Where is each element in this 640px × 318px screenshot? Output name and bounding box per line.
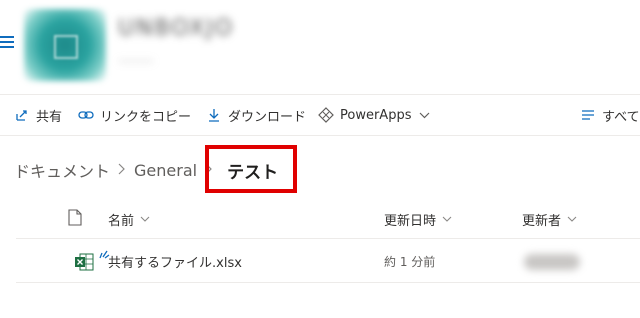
modified-value: 約 1 分前: [384, 254, 436, 269]
highlight-annotation: [205, 145, 297, 193]
powerapps-label: PowerApps: [340, 107, 412, 123]
list-view-icon: [580, 107, 596, 123]
row-divider: [16, 282, 640, 283]
breadcrumb-item-general[interactable]: General: [134, 161, 197, 180]
chevron-down-icon: [140, 214, 150, 225]
file-type-icon: [68, 208, 82, 230]
modified-by-value[interactable]: [524, 254, 580, 270]
chevron-down-icon: [442, 214, 452, 225]
list-header-divider: [16, 238, 640, 239]
site-header: UNBOXJO ········: [0, 0, 640, 94]
file-type-column-header[interactable]: [68, 200, 82, 238]
download-icon: [206, 107, 222, 123]
modified-by-column-header[interactable]: 更新者: [522, 200, 577, 238]
site-name[interactable]: UNBOXJO: [118, 16, 234, 41]
hamburger-icon[interactable]: [0, 36, 16, 48]
breadcrumb-item-documents[interactable]: ドキュメント: [14, 158, 110, 182]
command-bar: 共有 リンクをコピー ダウンロード PowerApps すべて: [0, 95, 640, 135]
site-logo-mark: [54, 35, 78, 59]
download-label: ダウンロード: [228, 109, 307, 125]
share-button[interactable]: 共有: [14, 95, 62, 135]
view-options-label: すべて: [602, 109, 640, 125]
site-subtitle: ········: [118, 54, 154, 70]
chevron-down-icon: [567, 214, 577, 225]
modified-by-column-label: 更新者: [522, 213, 562, 229]
modified-column-label: 更新日時: [384, 213, 437, 229]
powerapps-button[interactable]: PowerApps: [318, 95, 430, 135]
share-label: 共有: [36, 109, 63, 125]
excel-icon: [74, 252, 94, 272]
chevron-right-icon: [118, 161, 126, 179]
copy-link-label: リンクをコピー: [100, 109, 192, 125]
copy-link-button[interactable]: リンクをコピー: [78, 95, 191, 135]
view-options-button[interactable]: すべて: [580, 95, 640, 135]
link-icon: [78, 107, 94, 123]
table-row[interactable]: 共有するファイル.xlsx 約 1 分前: [16, 240, 640, 282]
list-header: 名前 更新日時 更新者: [0, 200, 640, 238]
share-icon: [14, 107, 30, 123]
download-button[interactable]: ダウンロード: [206, 95, 306, 135]
modified-column-header[interactable]: 更新日時: [384, 200, 452, 238]
chevron-down-icon: [419, 109, 430, 122]
name-column-label: 名前: [108, 213, 135, 229]
command-bar-divider: [0, 135, 640, 136]
name-column-header[interactable]: 名前: [108, 200, 150, 238]
file-name-link[interactable]: 共有するファイル.xlsx: [108, 240, 242, 282]
powerapps-icon: [318, 107, 334, 123]
